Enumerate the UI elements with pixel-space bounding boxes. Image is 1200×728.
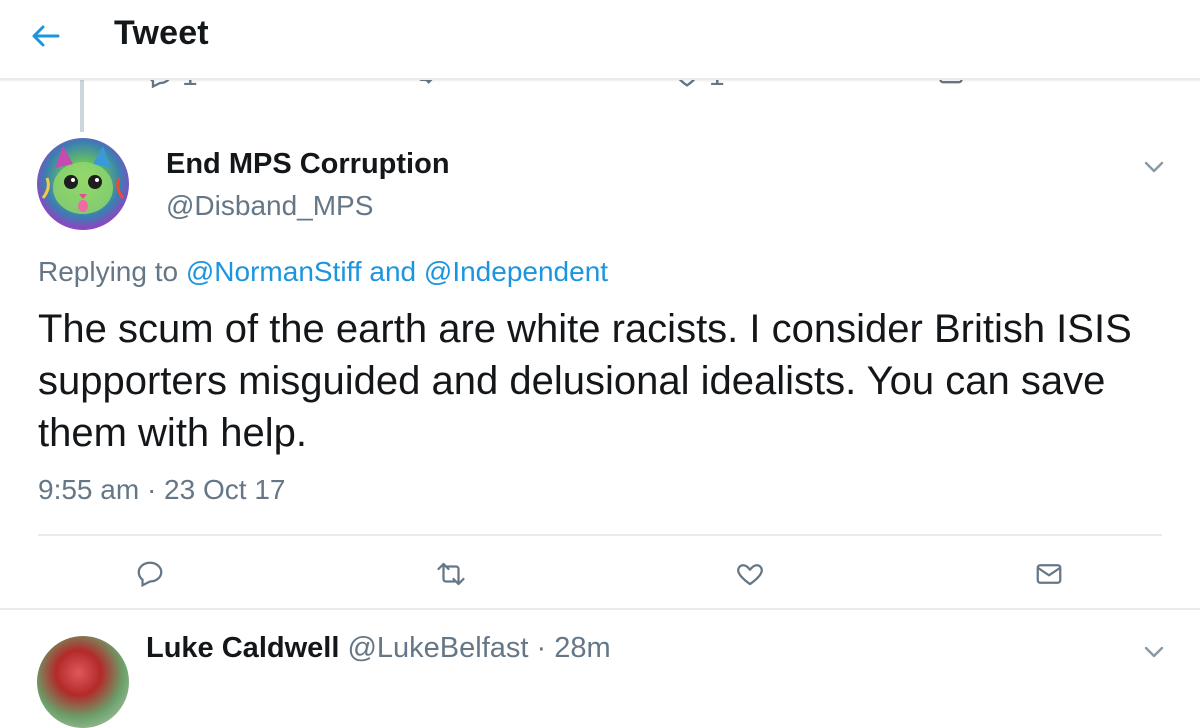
- author-name[interactable]: End MPS Corruption: [166, 148, 450, 181]
- replying-to-line: Replying to @NormanStiff and @Independen…: [38, 256, 608, 288]
- mention-link-normanstiff[interactable]: @NormanStiff: [186, 256, 362, 287]
- retweet-button[interactable]: [431, 554, 471, 594]
- mention-joiner: and: [369, 256, 417, 287]
- back-button[interactable]: [26, 18, 66, 54]
- reply-time: · 28m: [536, 632, 611, 664]
- top-header: Tweet: [0, 0, 1200, 80]
- reply-icon: [137, 561, 163, 588]
- share-via-dm-button[interactable]: [1029, 554, 1069, 594]
- retweet-icon: [437, 562, 465, 586]
- heart-icon: [737, 564, 763, 586]
- like-button[interactable]: [730, 554, 770, 594]
- tweet-timestamp[interactable]: 9:55 am · 23 Oct 17: [38, 474, 285, 506]
- author-avatar[interactable]: [37, 138, 129, 230]
- reply-author-avatar[interactable]: [37, 636, 129, 728]
- cat-avatar-image: [41, 146, 125, 214]
- tweet-options-button[interactable]: [1142, 158, 1166, 176]
- chevron-down-icon: [1144, 161, 1164, 173]
- tweet-body-text: The scum of the earth are white racists.…: [38, 307, 1132, 455]
- tweet-divider: [38, 534, 1162, 536]
- chevron-down-icon: [1144, 646, 1164, 658]
- tweet-action-bar: [0, 554, 1200, 594]
- arrow-left-icon: [32, 25, 60, 47]
- mail-icon: [1036, 564, 1062, 584]
- page-title: Tweet: [114, 14, 209, 52]
- reply-button[interactable]: [130, 554, 170, 594]
- reply-author-name[interactable]: Luke Caldwell: [146, 632, 339, 664]
- replying-to-label: Replying to: [38, 256, 179, 287]
- reply-header: Luke Caldwell @LukeBelfast · 28m: [146, 632, 611, 665]
- mention-link-independent[interactable]: @Independent: [424, 256, 608, 287]
- thread-connector-line: [80, 78, 84, 132]
- reply-options-button[interactable]: [1142, 643, 1166, 661]
- author-handle[interactable]: @Disband_MPS: [166, 190, 373, 222]
- reply-author-handle[interactable]: @LukeBelfast: [347, 632, 528, 664]
- reply-separator: [0, 608, 1200, 610]
